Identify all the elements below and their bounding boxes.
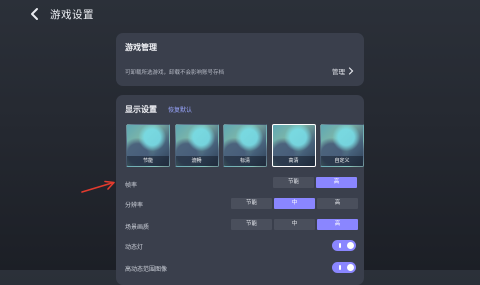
scene-quality-label: 场景画质 [125,224,150,231]
restore-default-link[interactable]: 恢复默认 [168,105,192,114]
scene-option-medium[interactable]: 中 [274,219,315,230]
preset-label: 流畅 [175,156,218,166]
annotation-arrow-icon [81,180,115,193]
fps-segmented-control: 节能 高 [273,177,357,188]
preset-power-saving[interactable]: 节能 [126,124,170,167]
preset-label: 自定义 [321,156,363,166]
fps-option-power-saving[interactable]: 节能 [273,177,314,188]
toggle-knob [347,242,354,249]
page-title: 游戏设置 [50,9,94,21]
manage-button[interactable]: 管理 [332,66,354,76]
dynamic-light-label: 动态灯 [125,244,144,251]
game-management-title: 游戏管理 [125,43,157,52]
hdr-label: 高动态范围图像 [125,266,168,273]
toggle-on-indicator [339,265,341,270]
fps-option-high[interactable]: 高 [316,177,357,188]
preset-smooth[interactable]: 流畅 [174,124,219,167]
resolution-label: 分辨率 [125,202,144,209]
hdr-toggle[interactable] [332,262,356,273]
chevron-right-icon [348,67,354,75]
scene-quality-segmented-control: 节能 中 高 [231,219,358,230]
resolution-option-power-saving[interactable]: 节能 [231,198,272,209]
resolution-option-medium[interactable]: 中 [274,198,315,209]
preset-custom[interactable]: 自定义 [320,124,364,167]
preset-label: 高清 [272,156,315,166]
display-settings-card: 显示设置 恢复默认 节能 流畅 标清 高清 自定义 帧率 节能 高 分辨率 节能… [116,95,364,285]
preset-list: 节能 流畅 标清 高清 自定义 [126,124,364,167]
preset-label: 标清 [224,156,266,166]
preset-standard[interactable]: 标清 [223,124,267,167]
fps-label: 帧率 [125,182,138,189]
display-settings-title: 显示设置 [125,105,157,114]
game-management-card: 游戏管理 可卸载所选游戏，卸载不会影响账号存档 管理 [116,33,364,86]
dynamic-light-toggle[interactable] [332,240,356,251]
resolution-segmented-control: 节能 中 高 [231,198,358,209]
resolution-option-high[interactable]: 高 [317,198,358,209]
scene-option-high[interactable]: 高 [317,219,358,230]
scene-option-power-saving[interactable]: 节能 [231,219,272,230]
toggle-on-indicator [339,243,341,248]
preset-high-definition[interactable]: 高清 [271,124,316,167]
preset-label: 节能 [127,156,169,166]
game-management-description: 可卸载所选游戏，卸载不会影响账号存档 [125,70,225,76]
back-chevron-icon[interactable] [28,7,42,21]
manage-button-label: 管理 [332,68,345,76]
